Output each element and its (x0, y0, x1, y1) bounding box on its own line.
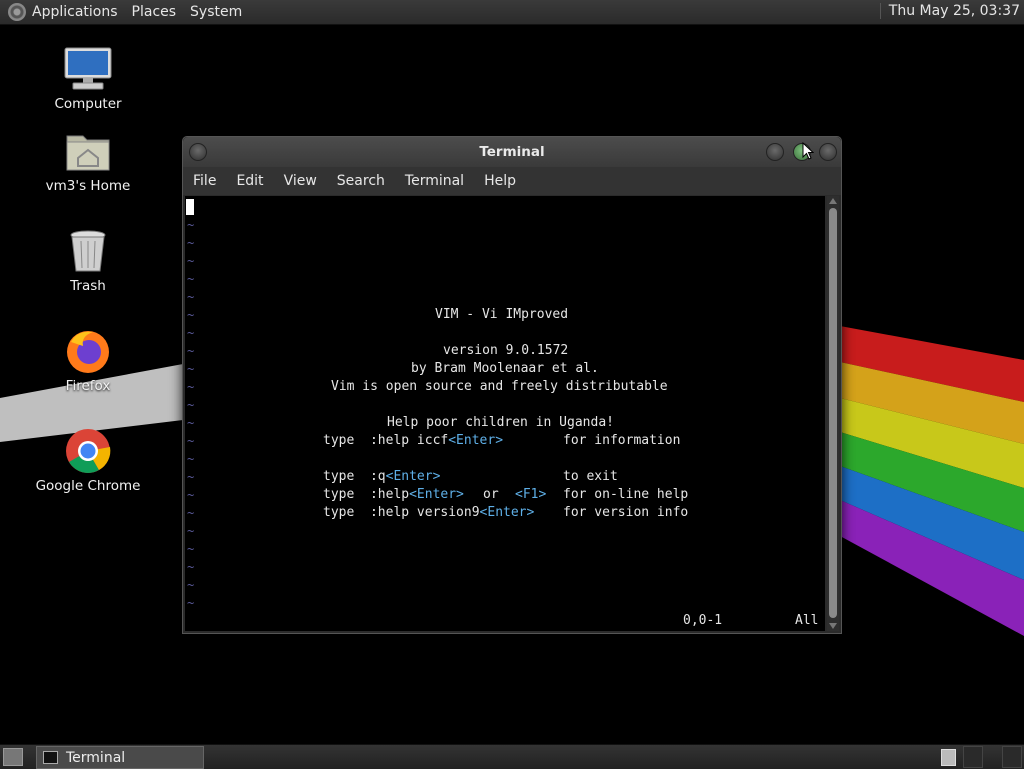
minimize-button[interactable] (766, 143, 784, 161)
workspace-switcher-active[interactable] (941, 749, 956, 766)
vim-tilde: ~ (187, 236, 195, 250)
vim-cmd-version: type :help version9<Enter> (323, 505, 534, 520)
vim-cmd-help: type :help<Enter> (323, 487, 464, 502)
menu-logo-icon[interactable] (8, 3, 26, 21)
vim-cmd-help-desc: for on-line help (563, 487, 689, 502)
desktop-icon-home[interactable]: vm3's Home (28, 128, 148, 194)
vim-status-all: All (795, 613, 819, 628)
vim-tilde: ~ (187, 524, 195, 538)
vim-tilde: ~ (187, 578, 195, 592)
taskbar-terminal-button[interactable]: Terminal (36, 746, 204, 769)
vim-cmd-help-or: or (483, 487, 499, 502)
bottom-panel: Terminal (0, 744, 1024, 769)
home-folder-icon (63, 128, 113, 174)
workspace-switcher-slot[interactable] (963, 746, 983, 768)
desktop-icon-label: vm3's Home (45, 178, 131, 194)
vim-cmd-version-desc: for version info (563, 505, 689, 520)
window-title: Terminal (479, 144, 545, 160)
desktop-icon-label: Computer (54, 96, 122, 112)
terminal-window[interactable]: Terminal File Edit View Search Terminal … (182, 136, 842, 634)
vim-author: by Bram Moolenaar et al. (411, 361, 599, 376)
vim-tilde: ~ (187, 398, 195, 412)
vim-tilde: ~ (187, 434, 195, 448)
vim-enter-key: <Enter> (385, 469, 441, 484)
desktop-icon-label: Google Chrome (35, 478, 141, 494)
scrollbar-thumb[interactable] (829, 208, 837, 618)
vim-cmd-quit: type :q<Enter> (323, 469, 440, 484)
vim-cmd-text: type :help (323, 487, 410, 502)
vim-enter-key: <Enter> (479, 505, 535, 520)
vim-tilde: ~ (187, 560, 195, 574)
vim-tilde: ~ (187, 380, 195, 394)
scroll-down-arrow-icon[interactable] (829, 623, 837, 629)
taskbar-terminal-label: Terminal (66, 749, 126, 766)
show-desktop-icon[interactable] (3, 748, 23, 766)
vim-tilde: ~ (187, 290, 195, 304)
menu-file[interactable]: File (183, 173, 226, 189)
menu-applications[interactable]: Applications (32, 4, 118, 20)
window-titlebar[interactable]: Terminal (183, 137, 841, 167)
trash-icon (63, 228, 113, 274)
text-cursor (186, 199, 194, 215)
desktop-icon-chrome[interactable]: Google Chrome (28, 428, 148, 494)
terminal-content[interactable]: ~ ~ ~ ~ ~ ~ ~ ~ ~ ~ ~ ~ ~ ~ ~ ~ ~ ~ ~ ~ … (185, 196, 825, 631)
computer-icon (63, 46, 113, 92)
terminal-icon (43, 751, 58, 764)
vim-f1-key: <F1> (515, 487, 547, 502)
vim-tilde: ~ (187, 308, 195, 322)
panel-trash-icon[interactable] (1002, 746, 1022, 768)
chrome-icon (63, 428, 113, 474)
vim-cmd-text: type :q (323, 469, 386, 484)
vim-tilde: ~ (187, 416, 195, 430)
scroll-up-arrow-icon[interactable] (829, 198, 837, 204)
terminal-scrollbar[interactable] (827, 196, 839, 631)
vim-cmd-text: type :help iccf (323, 433, 449, 448)
vim-tilde: ~ (187, 488, 195, 502)
mouse-pointer-icon (802, 142, 814, 160)
vim-tilde: ~ (187, 218, 195, 232)
menu-help[interactable]: Help (474, 173, 526, 189)
vim-enter-key: <Enter> (409, 487, 464, 502)
close-button[interactable] (819, 143, 837, 161)
vim-cmd-text: type :help version9 (323, 505, 480, 520)
vim-license: Vim is open source and freely distributa… (331, 379, 668, 394)
menu-terminal[interactable]: Terminal (395, 173, 474, 189)
vim-cmd-iccf-desc: for information (563, 433, 681, 448)
vim-tilde: ~ (187, 344, 195, 358)
vim-tilde: ~ (187, 452, 195, 466)
vim-version: version 9.0.1572 (443, 343, 569, 358)
menu-view[interactable]: View (274, 173, 327, 189)
vim-tilde: ~ (187, 326, 195, 340)
menu-search[interactable]: Search (327, 173, 395, 189)
vim-tilde: ~ (187, 470, 195, 484)
vim-tilde: ~ (187, 596, 195, 610)
desktop-icon-label: Firefox (65, 378, 111, 394)
vim-cmd-quit-desc: to exit (563, 469, 618, 484)
vim-help-poor: Help poor children in Uganda! (387, 415, 614, 430)
vim-cmd-iccf: type :help iccf<Enter> (323, 433, 503, 448)
menu-edit[interactable]: Edit (226, 173, 273, 189)
menu-places[interactable]: Places (132, 4, 177, 20)
firefox-icon (63, 328, 113, 374)
desktop-icon-trash[interactable]: Trash (28, 228, 148, 294)
vim-tilde: ~ (187, 542, 195, 556)
desktop-icon-computer[interactable]: Computer (28, 46, 148, 112)
window-menubar: File Edit View Search Terminal Help (183, 167, 841, 195)
panel-clock[interactable]: Thu May 25, 03:37 (879, 3, 1020, 19)
menu-system[interactable]: System (190, 4, 242, 20)
desktop-icon-firefox[interactable]: Firefox (28, 328, 148, 394)
vim-status-position: 0,0-1 (683, 613, 723, 628)
vim-enter-key: <Enter> (448, 433, 504, 448)
vim-title: VIM - Vi IMproved (435, 307, 569, 322)
vim-tilde: ~ (187, 506, 195, 520)
vim-tilde: ~ (187, 272, 195, 286)
top-panel: Applications Places System Thu May 25, 0… (0, 0, 1024, 25)
desktop-icon-label: Trash (70, 278, 106, 294)
vim-tilde: ~ (187, 362, 195, 376)
vim-tilde: ~ (187, 254, 195, 268)
